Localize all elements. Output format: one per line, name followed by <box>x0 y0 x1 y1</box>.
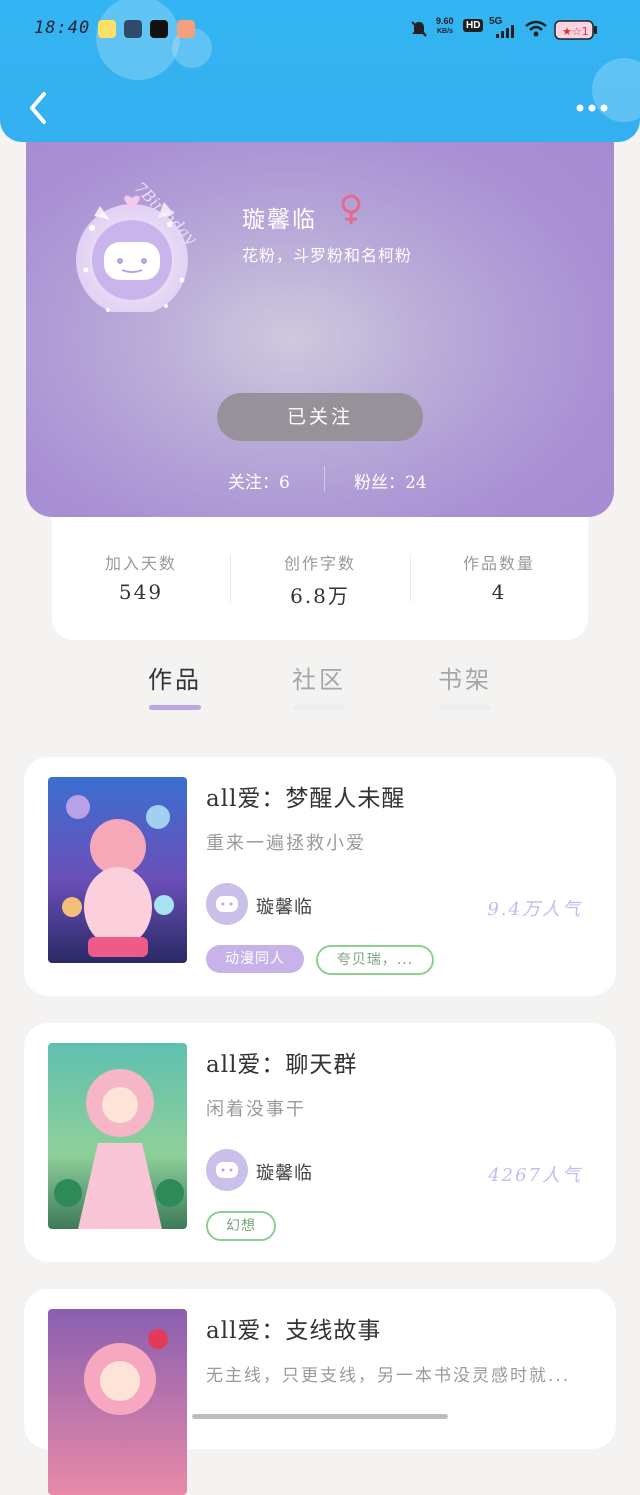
profile-tagline: 花粉，斗罗粉和名柯粉 <box>242 246 413 265</box>
tab-indicator-active <box>149 705 201 710</box>
work-cover-image <box>48 1309 187 1495</box>
stat-label: 作品数量 <box>462 554 535 573</box>
status-bar: 18:40 9.60 KB/s HD 5G ★☆1 <box>0 16 640 44</box>
work-tag[interactable]: 夸贝瑞，... <box>316 945 434 975</box>
work-tag[interactable]: 动漫同人 <box>206 945 304 973</box>
fans-count[interactable]: 粉丝：24 <box>354 468 427 493</box>
top-bar: 18:40 9.60 KB/s HD 5G ★☆1 <box>0 0 640 142</box>
work-card[interactable]: all爱：梦醒人未醒 重来一遍拯救小爱 璇馨临 9.4万人气 动漫同人 夸贝瑞，… <box>24 757 616 996</box>
battery-icon: ★☆1 <box>554 20 597 40</box>
home-indicator[interactable] <box>192 1414 448 1419</box>
tab-community[interactable]: 社区 <box>292 660 346 695</box>
stat-value: 549 <box>118 580 164 604</box>
work-cover-image <box>48 777 187 963</box>
stat-value: 4 <box>491 580 507 604</box>
divider <box>324 466 325 492</box>
work-card[interactable]: all爱：支线故事 无主线，只更支线，另一本书没灵感时就... <box>24 1289 616 1495</box>
notification-app-icon <box>98 20 116 38</box>
back-arrow-icon[interactable] <box>22 88 58 128</box>
following-count[interactable]: 关注：6 <box>228 468 290 493</box>
status-time: 18:40 <box>34 18 91 38</box>
work-description: 闲着没事干 <box>206 1099 306 1120</box>
work-title: all爱：梦醒人未醒 <box>206 786 406 812</box>
mail-icon <box>124 20 142 38</box>
work-author: 璇馨临 <box>256 897 313 918</box>
work-title: all爱：支线故事 <box>206 1318 382 1344</box>
svg-text:★☆1: ★☆1 <box>562 25 589 38</box>
stat-join-days: 加入天数 549 <box>52 550 230 604</box>
stat-word-count: 创作字数 6.8万 <box>231 550 409 609</box>
stat-value: 6.8万 <box>290 584 350 608</box>
work-popularity: 4267人气 <box>488 1165 582 1186</box>
tiktok-icon <box>150 20 168 38</box>
female-gender-icon <box>341 194 361 224</box>
profile-card: 7Birthday 璇馨临 花粉，斗罗粉和名柯粉 已关注 关注：6 粉丝：24 <box>26 120 614 517</box>
work-cover-image <box>48 1043 187 1229</box>
tab-indicator <box>293 705 345 710</box>
author-avatar <box>206 1149 248 1191</box>
stats-card: 加入天数 549 创作字数 6.8万 作品数量 4 <box>52 498 588 640</box>
hd-badge: HD <box>463 19 484 32</box>
stat-label: 加入天数 <box>104 554 177 573</box>
mute-icon <box>411 21 427 37</box>
network-speed: 9.60 <box>436 16 454 26</box>
author-avatar <box>206 883 248 925</box>
wifi-icon <box>525 20 547 37</box>
game-app-icon <box>177 20 195 38</box>
work-description: 无主线，只更支线，另一本书没灵感时就... <box>206 1366 571 1386</box>
work-title: all爱：聊天群 <box>206 1052 358 1078</box>
signal-icon <box>496 25 514 38</box>
tab-indicator <box>439 705 491 710</box>
stat-works-count: 作品数量 4 <box>410 550 588 604</box>
tab-bookshelf[interactable]: 书架 <box>438 660 492 695</box>
tab-works[interactable]: 作品 <box>148 660 202 695</box>
work-author: 璇馨临 <box>256 1163 313 1184</box>
work-card[interactable]: all爱：聊天群 闲着没事干 璇馨临 4267人气 幻想 <box>24 1023 616 1262</box>
stat-label: 创作字数 <box>283 554 356 573</box>
more-options-icon[interactable] <box>574 96 614 120</box>
work-description: 重来一遍拯救小爱 <box>206 833 366 854</box>
work-tag[interactable]: 幻想 <box>206 1211 276 1241</box>
profile-username: 璇馨临 <box>242 207 317 233</box>
network-speed-unit: KB/s <box>437 28 453 35</box>
follow-button[interactable]: 已关注 <box>217 393 423 441</box>
work-popularity: 9.4万人气 <box>487 899 582 920</box>
